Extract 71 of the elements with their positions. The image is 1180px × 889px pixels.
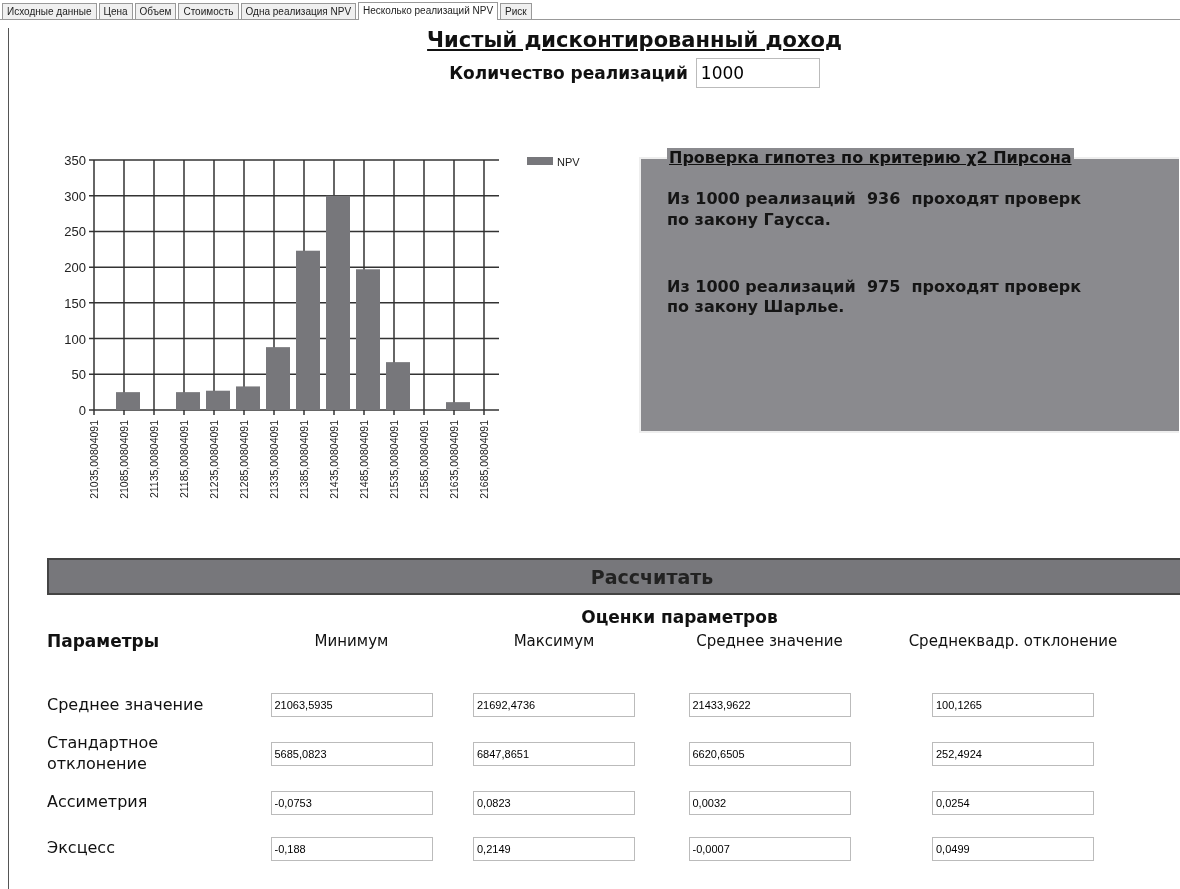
axis-label: 21335,00804091 xyxy=(268,420,280,499)
column-header: Среднеквадр. отклонение xyxy=(908,632,1118,650)
legend-swatch xyxy=(527,157,553,165)
column-header: Среднее значение xyxy=(696,632,843,650)
axis-label: 0 xyxy=(78,403,86,418)
legend-label: NPV xyxy=(557,156,580,168)
input-field[interactable]: 0,0823 xyxy=(473,790,635,815)
tab[interactable]: Объем xyxy=(134,3,177,19)
input-field[interactable]: 6620,6505 xyxy=(688,741,851,766)
input-field[interactable]: -0,0007 xyxy=(688,836,851,861)
input-field[interactable]: 1000 xyxy=(695,58,820,88)
bar xyxy=(176,392,200,410)
input-field[interactable]: 21692,4736 xyxy=(473,693,635,717)
input-field[interactable]: 6847,8651 xyxy=(473,741,635,766)
row-label: Стандартное отклонение xyxy=(47,733,160,775)
axis-label: 21385,00804091 xyxy=(298,420,310,499)
input-field[interactable]: 5685,0823 xyxy=(270,741,433,766)
axis-label: 300 xyxy=(64,188,86,204)
bar xyxy=(236,386,260,410)
axis-label: 200 xyxy=(64,260,86,276)
field-label: Количество реализаций xyxy=(449,63,688,83)
bar xyxy=(386,362,410,410)
group-title: Проверка гипотез по критерию χ2 Пирсона xyxy=(667,148,1074,167)
axis-label: 100 xyxy=(64,331,86,347)
input-field[interactable]: 100,1265 xyxy=(932,693,1094,717)
section-title: Оценки параметров xyxy=(580,607,779,627)
axis-label: 21035,00804091 xyxy=(88,420,100,499)
input-field[interactable]: -0,188 xyxy=(270,836,433,861)
input-field[interactable]: 0,2149 xyxy=(473,836,635,861)
result-text: Из 1000 реализаций 975 проходят проверк по закону Шарлье. xyxy=(667,276,1083,319)
tab[interactable]: Стоимость xyxy=(178,3,239,19)
result-text: Из 1000 реализаций 936 проходят проверк по закону Гаусса. xyxy=(667,189,1083,231)
axis-label: 21085,00804091 xyxy=(118,420,130,499)
axis-label: 21235,00804091 xyxy=(208,420,220,499)
input-field[interactable]: -0,0753 xyxy=(270,790,433,815)
input-field[interactable]: 252,4924 xyxy=(932,741,1094,766)
axis-label: 150 xyxy=(64,295,86,311)
tab[interactable]: Риск xyxy=(500,3,532,19)
calculate-button[interactable]: Рассчитать xyxy=(47,558,1180,595)
axis-label: 21585,00804091 xyxy=(418,420,430,499)
bar xyxy=(446,402,470,410)
axis-label: 21535,00804091 xyxy=(388,420,400,499)
tab[interactable]: Одна реализация NPV xyxy=(240,3,357,19)
input-field[interactable]: 21433,9622 xyxy=(688,693,851,717)
column-header: Минимум xyxy=(314,632,389,650)
axis-label: 21435,00804091 xyxy=(328,420,340,499)
tab[interactable]: Исходные данные xyxy=(2,3,97,19)
axis-label: 50 xyxy=(71,367,86,383)
row-label: Ассиметрия xyxy=(47,791,149,814)
bar xyxy=(206,390,230,410)
axis-label: 21285,00804091 xyxy=(238,420,250,499)
bar xyxy=(266,347,290,410)
input-field[interactable]: 0,0499 xyxy=(932,836,1094,861)
input-field[interactable]: 0,0254 xyxy=(932,790,1094,815)
axis-label: 21185,00804091 xyxy=(178,420,190,499)
axis-label: 21485,00804091 xyxy=(358,420,370,499)
axis-label: 21135,00804091 xyxy=(148,420,160,499)
row-label: Эксцесс xyxy=(47,837,116,860)
axis-label: 250 xyxy=(64,224,86,240)
row-label: Среднее значение xyxy=(47,693,205,716)
tab[interactable]: Несколько реализаций NPV xyxy=(358,2,499,20)
tab[interactable]: Цена xyxy=(98,3,133,19)
input-field[interactable]: 21063,5935 xyxy=(270,693,433,717)
column-header: Максимум xyxy=(513,632,595,650)
column-header: Параметры xyxy=(47,631,160,651)
input-field[interactable]: 0,0032 xyxy=(688,790,851,815)
axis-label: 350 xyxy=(64,153,86,168)
page-title: Чистый дисконтированный доход xyxy=(426,28,843,52)
bar xyxy=(116,392,140,410)
axis-label: 21685,00804091 xyxy=(478,420,490,499)
axis-label: 21635,00804091 xyxy=(448,420,460,499)
